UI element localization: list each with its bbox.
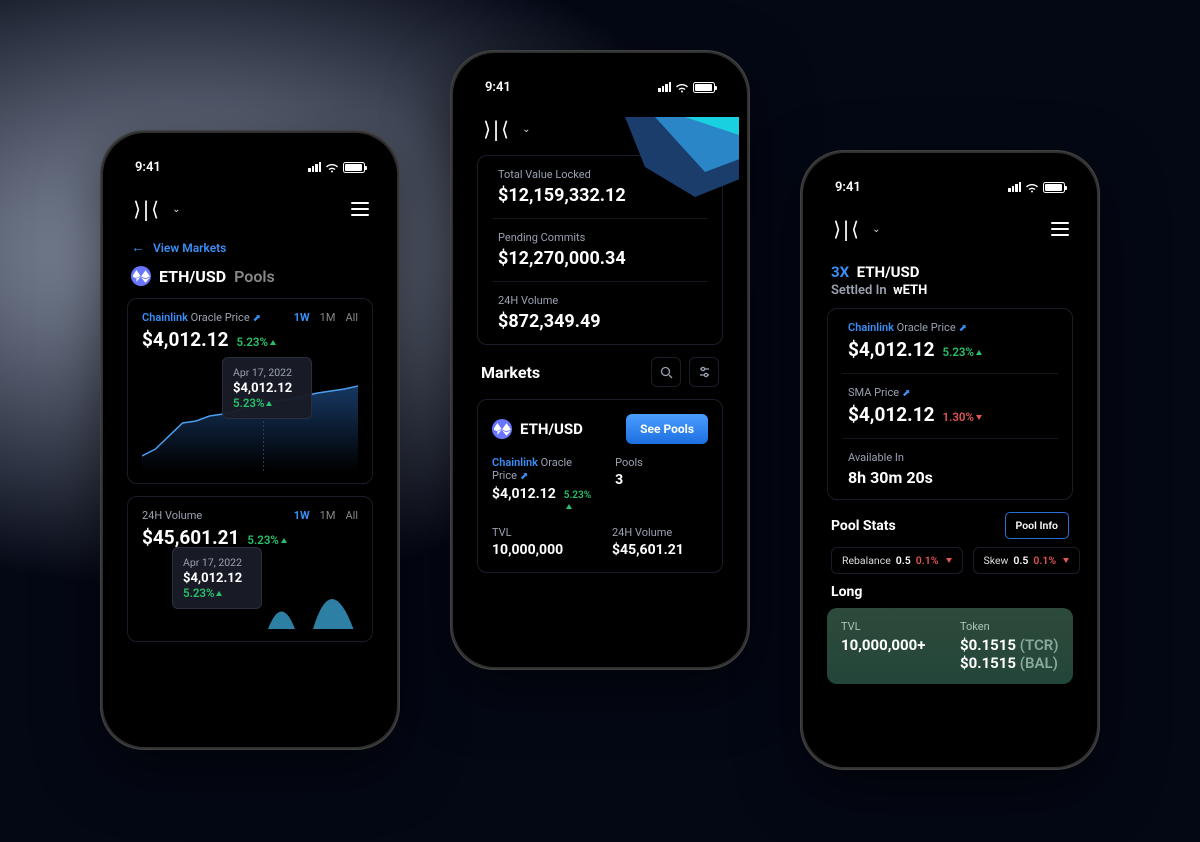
available-countdown: 8h 30m 20s — [848, 468, 1052, 487]
pending-commits-value: $12,270,000.34 — [498, 248, 702, 269]
menu-icon[interactable] — [1051, 222, 1069, 237]
external-link-icon[interactable]: ⬈ — [959, 323, 967, 334]
rebalance-chip[interactable]: Rebalance0.50.1% — [831, 547, 963, 574]
hero-graphic — [625, 117, 739, 197]
external-link-icon[interactable]: ⬈ — [902, 388, 910, 399]
volume-value: $45,601.21 — [142, 526, 239, 549]
long-position-card: TVL 10,000,000+ Token $0.1515 (TCR) $0.1… — [827, 608, 1073, 684]
triangle-down-icon — [976, 415, 982, 420]
wifi-icon — [675, 82, 689, 92]
chart-tooltip: Apr 17, 2022 $4,012.12 5.23% — [222, 357, 312, 419]
24h-volume-value: $872,349.49 — [498, 311, 702, 332]
signal-icon — [308, 162, 321, 172]
wifi-icon — [325, 162, 339, 172]
phone-markets-overview: 9:41 ⟩|⟨⌄ Total Value Locked $12,159,332… — [450, 50, 750, 670]
range-1w[interactable]: 1W — [294, 509, 310, 522]
range-all[interactable]: All — [345, 311, 358, 324]
app-header: ⟩|⟨⌄ — [127, 179, 373, 235]
oracle-price-change: 5.23% — [237, 335, 276, 349]
volume-tooltip: Apr 17, 2022 $4,012.12 5.23% — [172, 547, 262, 609]
signal-icon — [1008, 182, 1021, 192]
oracle-price: $4,012.12 — [142, 328, 229, 351]
app-logo[interactable]: ⟩|⟨⌄ — [131, 197, 179, 221]
app-logo[interactable]: ⟩|⟨⌄ — [831, 217, 879, 241]
filter-icon[interactable] — [689, 357, 719, 387]
range-1w[interactable]: 1W — [294, 311, 310, 324]
range-1m[interactable]: 1M — [320, 311, 336, 324]
arrow-left-icon: ← — [131, 239, 145, 256]
market-card-ethusd: ETH/USD See Pools Chainlink Oracle Price… — [477, 399, 723, 573]
see-pools-button[interactable]: See Pools — [626, 414, 708, 444]
chevron-down-icon: ⌄ — [872, 224, 878, 235]
search-icon[interactable] — [651, 357, 681, 387]
chevron-down-icon: ⌄ — [522, 124, 528, 135]
battery-icon — [1043, 182, 1065, 193]
external-link-icon[interactable]: ⬈ — [520, 471, 528, 482]
battery-icon — [343, 162, 365, 173]
eth-icon — [492, 419, 512, 439]
back-link[interactable]: ← View Markets — [131, 239, 369, 256]
signal-icon — [658, 82, 671, 92]
battery-icon — [693, 82, 715, 93]
volume-chart[interactable]: Apr 17, 2022 $4,012.12 5.23% — [142, 559, 358, 629]
price-chart[interactable]: Apr 17, 2022 $4,012.12 5.23% — [142, 361, 358, 471]
volume-card: 24H Volume $45,601.21 5.23% 1W 1M All Ap… — [127, 496, 373, 642]
wifi-icon — [1025, 182, 1039, 192]
chevron-down-icon[interactable]: ⌄ — [172, 204, 178, 215]
status-time: 9:41 — [135, 160, 161, 175]
pool-heading: 3X ETH/USD Settled In wETH — [831, 263, 1069, 298]
pool-info-button[interactable]: Pool Info — [1005, 512, 1069, 539]
eth-icon — [131, 266, 151, 286]
app-logo[interactable]: ⟩|⟨⌄ — [481, 117, 529, 141]
external-link-icon[interactable]: ⬈ — [253, 313, 261, 324]
phone-pools-detail: 9:41 ⟩|⟨⌄ ← View Markets ETH/USD Pools C… — [100, 130, 400, 750]
phone-pool-stats: 9:41 ⟩|⟨⌄ 3X ETH/USD Settled In wETH Cha… — [800, 150, 1100, 770]
range-1m[interactable]: 1M — [320, 509, 336, 522]
triangle-up-icon — [270, 340, 276, 345]
menu-icon[interactable] — [351, 202, 369, 217]
markets-heading: Markets — [481, 363, 540, 382]
oracle-price-label: Chainlink Oracle Price⬈ — [142, 311, 276, 324]
skew-chip[interactable]: Skew0.50.1% — [973, 547, 1081, 574]
range-all[interactable]: All — [345, 509, 358, 522]
oracle-price-card: Chainlink Oracle Price⬈ $4,012.12 5.23% … — [127, 298, 373, 484]
range-tabs: 1W 1M All — [294, 311, 358, 324]
pool-prices-card: Chainlink Oracle Price⬈ $4,012.125.23% S… — [827, 308, 1073, 500]
pair-heading: ETH/USD Pools — [131, 266, 369, 286]
